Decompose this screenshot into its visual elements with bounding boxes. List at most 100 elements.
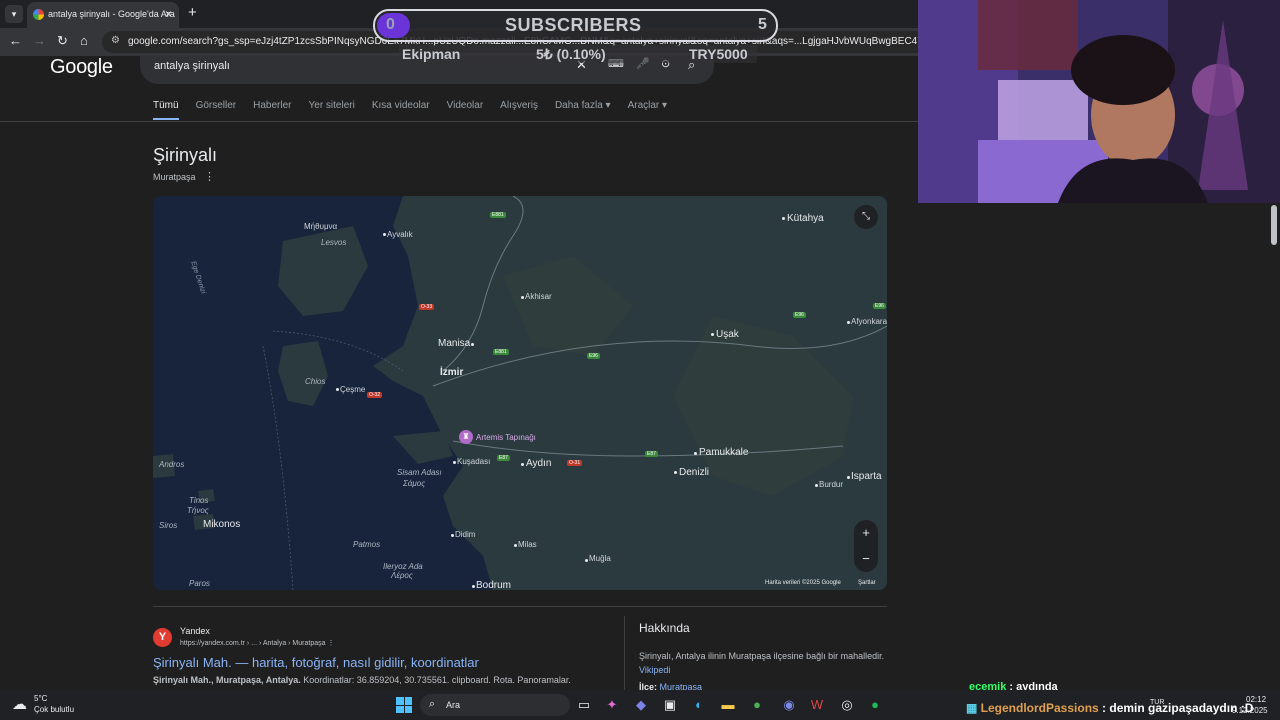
task-view-icon[interactable]: ▭ <box>575 696 593 714</box>
back-icon[interactable]: ← <box>9 33 22 48</box>
tab-close-icon[interactable]: × <box>165 7 172 21</box>
map-label-artemis-temple[interactable]: Artemis Tapınağı <box>476 433 536 442</box>
tab-short-videos[interactable]: Kısa videolar <box>372 100 430 120</box>
city-dot <box>451 534 454 537</box>
result-title-link[interactable]: Şirinyalı Mah. — harita, fotoğraf, nasıl… <box>153 655 479 670</box>
new-tab-icon[interactable]: + <box>188 4 197 21</box>
tab-places[interactable]: Yer siteleri <box>309 100 355 120</box>
district-link[interactable]: Muratpaşa <box>660 682 703 690</box>
map-label-usak: Uşak <box>716 329 739 340</box>
spotify-icon[interactable]: ● <box>866 696 884 714</box>
road-e96-b: E96 <box>793 312 806 318</box>
map-label-manisa: Manisa <box>438 338 471 349</box>
weather-temp[interactable]: 5°C <box>34 694 47 703</box>
webcam-feed <box>918 0 1280 203</box>
zoom-controls: + − <box>854 520 878 572</box>
tab-shopping[interactable]: Alışveriş <box>500 100 538 120</box>
map-label-kusadasi: Kuşadası <box>457 457 491 466</box>
map-terrain <box>153 196 887 590</box>
weather-status[interactable]: Çok bulutlu <box>34 705 74 714</box>
chat-text: : demin gazipaşadaydın :D <box>1098 701 1254 715</box>
weather-cloud-icon[interactable]: ☁ <box>12 695 27 713</box>
tab-more[interactable]: Daha fazla ▾ <box>555 100 611 120</box>
tab-tools[interactable]: Araçlar ▾ <box>628 100 667 120</box>
map-label-andros: Andros <box>159 460 185 469</box>
subscriber-label: SUBSCRIBERS <box>505 15 642 35</box>
home-icon[interactable]: ⌂ <box>80 33 88 48</box>
about-description: Şirinyalı, Antalya ilinin Muratpaşa ilçe… <box>639 651 885 661</box>
road-e96-a: E96 <box>873 303 886 309</box>
chrome-icon[interactable]: ● <box>748 696 766 714</box>
map-label-mikonos: Mikonos <box>203 519 241 530</box>
road-e87-b: E87 <box>497 455 510 461</box>
subscriber-goal: 5 <box>758 16 767 33</box>
reload-icon[interactable]: ↻ <box>57 33 68 49</box>
obs-icon[interactable]: ◎ <box>838 696 856 714</box>
city-dot <box>585 559 588 562</box>
city-dot <box>674 471 677 474</box>
chat-message: ▦ LegendlordPassions : demin gazipaşaday… <box>966 701 1253 715</box>
header-divider <box>0 121 918 122</box>
map-label-methymna: Μήθυμνα <box>304 222 338 231</box>
zoom-out-button[interactable]: − <box>854 546 878 572</box>
map-terms-link[interactable]: Şartlar <box>858 580 876 586</box>
artemis-temple-icon[interactable]: ♜ <box>459 430 473 444</box>
result-site-url[interactable]: https://yandex.com.tr › ... › Antalya › … <box>180 639 334 647</box>
wps-icon[interactable]: W <box>808 696 826 714</box>
map-label-milas: Milas <box>518 540 537 549</box>
google-logo[interactable]: Google <box>50 56 113 79</box>
tab-images[interactable]: Görseller <box>196 100 237 120</box>
teams-icon[interactable]: ◆ <box>632 696 650 714</box>
map-label-tinos: Tinos <box>189 496 209 505</box>
discord-icon[interactable]: ◉ <box>780 696 798 714</box>
map-label-bodrum: Bodrum <box>476 580 512 590</box>
scrollbar-thumb[interactable] <box>1271 205 1277 245</box>
map[interactable]: Μήθυμνα Lesvos Ayvalık E881 Kütahya Ege … <box>153 196 887 590</box>
store-icon[interactable]: ▣ <box>661 696 679 714</box>
city-dot <box>471 343 474 346</box>
city-dot <box>847 321 850 324</box>
tab-videos[interactable]: Videolar <box>447 100 484 120</box>
subscriber-goal-bar: 0 SUBSCRIBERS 5 <box>373 9 778 42</box>
google-favicon-icon <box>33 9 44 20</box>
site-info-icon[interactable]: ⚙ <box>111 35 120 46</box>
map-label-cesme: Çeşme <box>340 385 366 394</box>
about-heading: Hakkında <box>639 621 690 635</box>
road-e881-b: E881 <box>493 349 509 355</box>
google-results-page: Google antalya şirinyalı ✕ ⌨ 🎤 ⊙ ⌕ Tümü … <box>0 56 918 690</box>
collapse-map-icon[interactable]: ⤡ <box>854 205 878 229</box>
map-label-kutahya: Kütahya <box>787 213 824 224</box>
browser-tab[interactable]: antalya şirinyalı - Google'da Ara × <box>27 2 179 28</box>
more-options-icon[interactable]: ⋮ <box>204 170 215 183</box>
city-dot <box>782 217 785 220</box>
road-o32: O-32 <box>367 392 383 398</box>
windows-start-icon[interactable] <box>396 697 412 713</box>
map-label-tinos-greek: Τήνος <box>187 506 209 515</box>
tab-news[interactable]: Haberler <box>253 100 291 120</box>
place-subtitle: Muratpaşa <box>153 172 196 182</box>
map-label-ayvalik: Ayvalık <box>387 230 413 239</box>
forward-icon[interactable]: → <box>33 33 46 48</box>
city-dot <box>521 463 524 466</box>
copilot-icon[interactable]: ✦ <box>603 696 621 714</box>
taskbar-search[interactable]: ⌕ Ara <box>420 694 570 716</box>
edge-icon[interactable]: ◐ <box>690 696 708 714</box>
road-o33: O-33 <box>419 304 435 310</box>
tab-all[interactable]: Tümü <box>153 100 179 120</box>
map-label-izmir: İzmir <box>440 367 464 378</box>
about-district: İlçe: Muratpaşa <box>639 682 702 690</box>
result-site-name[interactable]: Yandex <box>180 626 210 636</box>
zoom-in-button[interactable]: + <box>854 520 878 546</box>
file-explorer-icon[interactable]: ▬ <box>719 696 737 714</box>
map-label-afyonkarahisar: Afyonkarahisar <box>851 317 887 326</box>
map-label-lesvos: Lesvos <box>321 238 347 247</box>
taskbar-search-label: Ara <box>446 700 461 710</box>
wikipedia-link[interactable]: Vikipedi <box>639 665 670 675</box>
map-label-burdur: Burdur <box>819 480 844 489</box>
map-label-aydin: Aydın <box>526 458 552 469</box>
result-more-icon[interactable]: ⋮ <box>327 640 334 647</box>
about-text: Şirinyalı, Antalya ilinin Muratpaşa ilçe… <box>639 649 889 677</box>
result-snippet: Şirinyalı Mah., Muratpaşa, Antalya. Koor… <box>153 675 571 685</box>
tab-search-menu-icon[interactable]: ▾ <box>5 5 23 23</box>
map-label-pamukkale: Pamukkale <box>699 447 749 458</box>
